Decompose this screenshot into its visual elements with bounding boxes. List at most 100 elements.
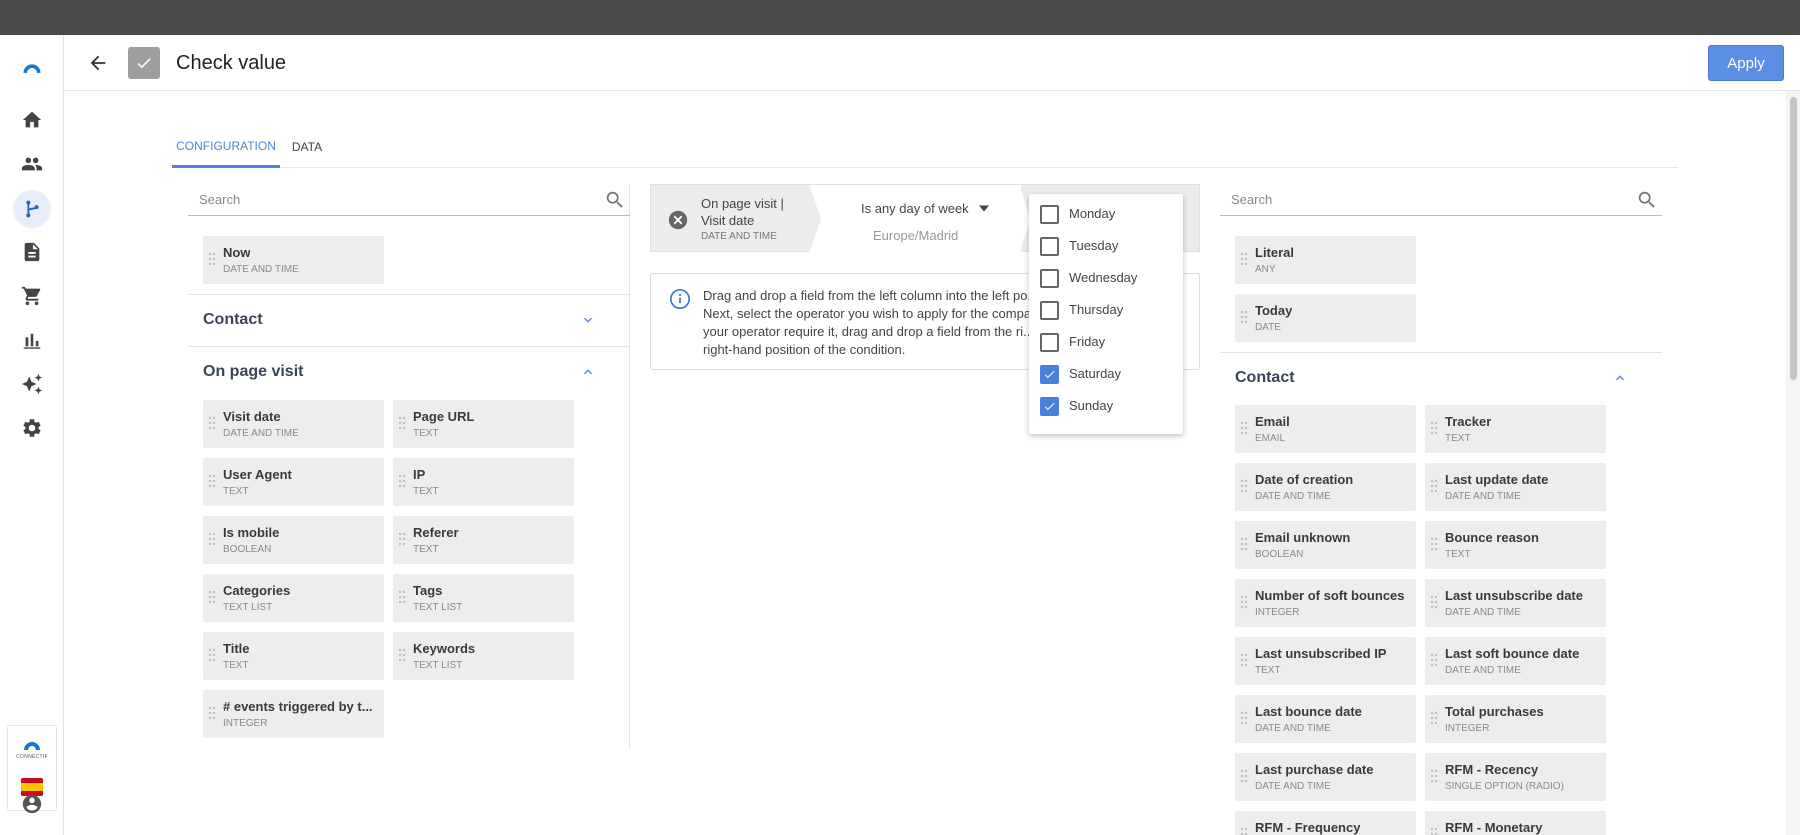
field-chip-bounce-reason[interactable]: Bounce reason TEXT [1425,521,1606,569]
operator-select[interactable]: Is any day of week Europe/Madrid [821,185,1021,253]
field-chip-rfm-monetary[interactable]: RFM - Monetary [1425,811,1606,835]
section-header-contact[interactable]: Contact [188,294,630,346]
condition-field-name: On page visit | Visit date [701,196,784,228]
field-chip-last-unsubscribed-ip[interactable]: Last unsubscribed IP TEXT [1235,637,1416,685]
drag-handle-icon [398,648,406,662]
field-chip-last-bounce-date[interactable]: Last bounce date DATE AND TIME [1235,695,1416,743]
field-chip-tags[interactable]: Tags TEXT LIST [393,574,574,622]
remove-field-icon[interactable] [667,209,689,231]
drag-handle-icon [1240,537,1248,551]
chevron-up-icon[interactable] [580,364,596,380]
analytics-icon[interactable] [17,325,47,355]
field-chip-user-agent[interactable]: User Agent TEXT [203,458,384,506]
drag-handle-icon [208,474,216,488]
caret-down-icon[interactable] [979,205,989,212]
field-chip-date-of-creation[interactable]: Date of creation DATE AND TIME [1235,463,1416,511]
day-option-tuesday[interactable]: Tuesday [1029,230,1183,262]
day-checkbox[interactable] [1040,333,1059,352]
field-chip-email[interactable]: Email EMAIL [1235,405,1416,453]
page-scrollbar-thumb[interactable] [1790,97,1797,380]
search-icon[interactable] [604,189,626,211]
apply-button[interactable]: Apply [1708,45,1784,81]
section-header-on-page-visit[interactable]: On page visit [188,346,630,398]
chevron-down-icon[interactable] [580,312,596,328]
field-chip-referer[interactable]: Referer TEXT [393,516,574,564]
field-name: RFM - Monetary [1445,820,1543,835]
field-chip-literal[interactable]: Literal ANY [1235,236,1416,284]
field-chip-categories[interactable]: Categories TEXT LIST [203,574,384,622]
drag-handle-icon [398,590,406,604]
field-chip-last-unsubscribe-date[interactable]: Last unsubscribe date DATE AND TIME [1425,579,1606,627]
field-name: Last unsubscribe date [1445,588,1583,603]
window-dot-white[interactable] [14,8,34,28]
day-checkbox[interactable] [1040,269,1059,288]
field-chip-total-purchases[interactable]: Total purchases INTEGER [1425,695,1606,743]
brand-logo-icon[interactable] [14,50,50,86]
account-icon[interactable] [17,789,47,819]
day-option-thursday[interactable]: Thursday [1029,294,1183,326]
field-chip-rfm-recency[interactable]: RFM - Recency SINGLE OPTION (RADIO) [1425,753,1606,801]
field-chip-last-soft-bounce-date[interactable]: Last soft bounce date DATE AND TIME [1425,637,1606,685]
drag-handle-icon [1240,421,1248,435]
field-chip-today[interactable]: Today DATE [1235,294,1416,342]
field-type: TEXT [413,544,439,555]
day-checkbox[interactable] [1040,237,1059,256]
day-option-wednesday[interactable]: Wednesday [1029,262,1183,294]
field-chip-is-mobile[interactable]: Is mobile BOOLEAN [203,516,384,564]
contacts-icon[interactable] [17,149,47,179]
settings-icon[interactable] [17,413,47,443]
right-search-input[interactable]: Search [1220,184,1662,216]
field-chip-email-unknown[interactable]: Email unknown BOOLEAN [1235,521,1416,569]
day-checkbox[interactable] [1040,301,1059,320]
field-chip-visit-date[interactable]: Visit date DATE AND TIME [203,400,384,448]
drag-handle-icon [398,474,406,488]
day-option-saturday[interactable]: Saturday [1029,358,1183,390]
back-button[interactable] [84,49,112,77]
field-chip-last-update-date[interactable]: Last update date DATE AND TIME [1425,463,1606,511]
arrow-back-icon [90,55,106,71]
tab-configuration[interactable]: CONFIGURATION [172,126,280,168]
document-icon[interactable] [17,237,47,267]
drag-handle-icon [1240,310,1248,324]
field-chip-title[interactable]: Title TEXT [203,632,384,680]
condition-left-operand[interactable]: On page visit | Visit date DATE AND TIME [651,185,821,253]
field-chip-number-of-soft-bounces[interactable]: Number of soft bounces INTEGER [1235,579,1416,627]
field-type: TEXT LIST [413,660,463,671]
day-label: Tuesday [1069,238,1119,253]
day-option-friday[interactable]: Friday [1029,326,1183,358]
check-icon [1044,371,1055,379]
chevron-up-icon[interactable] [1612,370,1628,386]
brand-small-label: CONNECTIF [16,754,48,760]
field-chip-events-triggered-by-t[interactable]: # events triggered by t... INTEGER [203,690,384,738]
ai-sparkle-icon[interactable] [17,369,47,399]
field-chip-last-purchase-date[interactable]: Last purchase date DATE AND TIME [1235,753,1416,801]
home-icon[interactable] [17,105,47,135]
cart-icon[interactable] [17,281,47,311]
tab-data[interactable]: DATA [284,126,330,168]
field-name: Today [1255,303,1293,318]
field-chip-rfm-frequency[interactable]: RFM - Frequency [1235,811,1416,835]
window-dot-blue[interactable] [80,8,100,28]
field-type: TEXT [413,486,439,497]
day-label: Wednesday [1069,270,1138,285]
operator-label: Is any day of week [861,201,969,216]
day-checkbox[interactable] [1040,397,1059,416]
search-icon[interactable] [1636,189,1658,211]
section-header-contact[interactable]: Contact [1220,352,1662,404]
day-checkbox[interactable] [1040,205,1059,224]
workflow-icon[interactable] [13,190,51,228]
window-dot-lightblue[interactable] [47,8,67,28]
field-chip-now[interactable]: Now DATE AND TIME [203,236,384,284]
day-checkbox[interactable] [1040,365,1059,384]
field-chip-page-url[interactable]: Page URL TEXT [393,400,574,448]
day-option-sunday[interactable]: Sunday [1029,390,1183,422]
drag-handle-icon [208,590,216,604]
field-type: ANY [1255,264,1276,275]
left-search-input[interactable]: Search [188,184,630,216]
field-chip-tracker[interactable]: Tracker TEXT [1425,405,1606,453]
field-type: SINGLE OPTION (RADIO) [1445,781,1564,792]
field-name: Visit date [223,409,281,424]
field-chip-keywords[interactable]: Keywords TEXT LIST [393,632,574,680]
field-chip-ip[interactable]: IP TEXT [393,458,574,506]
day-option-monday[interactable]: Monday [1029,198,1183,230]
